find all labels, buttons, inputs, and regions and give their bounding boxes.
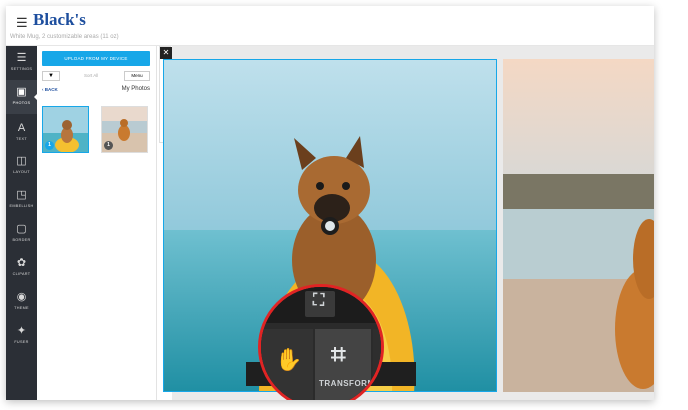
menu-button[interactable]: Menu	[124, 71, 150, 81]
rail-item-label: CLIPART	[12, 272, 31, 276]
zoom-callout: ⛶ ✋ ⌗ TRANSFORM	[258, 284, 384, 400]
rail-item-clipart[interactable]: ✿ CLIPART	[6, 251, 37, 285]
rail-item-label: EMBELLISH	[9, 204, 34, 208]
clipart-icon: ✿	[16, 257, 27, 269]
filter-icon: ▼	[48, 73, 54, 79]
rail-item-label: LAYOUT	[13, 170, 30, 174]
rail-item-label: TEXT	[16, 137, 27, 141]
rail-item-label: SETTINGS	[10, 67, 33, 71]
menu-button-label: Menu	[131, 73, 143, 78]
brand-logo[interactable]: Black's	[33, 10, 86, 30]
rail-item-label: THEME	[14, 306, 29, 310]
embellish-icon: ◳	[16, 189, 27, 201]
project-subtitle: White Mug, 2 customizable areas (11 oz)	[10, 34, 119, 40]
transform-icon[interactable]: ⌗	[331, 339, 346, 371]
hand-icon[interactable]: ✋	[275, 347, 303, 373]
rail-item-settings[interactable]: ☰ SETTINGS	[6, 46, 37, 80]
rail-item-embellish[interactable]: ◳ EMBELLISH	[6, 183, 37, 217]
rail-item-label: PHOTOS	[12, 101, 31, 105]
filter-dropdown[interactable]: ▼	[42, 71, 60, 81]
rail-item-label: FUSER	[14, 340, 29, 344]
editor-window: ☰ Black's White Mug, 2 customizable area…	[6, 6, 654, 400]
folder-title: My Photos	[121, 86, 150, 92]
rail-item-label: BORDER	[12, 238, 31, 242]
back-link[interactable]: ‹ BACK	[42, 87, 58, 92]
dog-beach-photo	[503, 59, 654, 392]
usage-badge: 1	[104, 141, 113, 150]
transform-label: TRANSFORM	[319, 379, 375, 388]
design-area-back[interactable]	[503, 59, 654, 392]
sort-label[interactable]: Sort All	[84, 73, 98, 78]
border-icon: ▢	[16, 223, 27, 235]
palette-icon: ◉	[16, 291, 27, 303]
rail-item-fuser[interactable]: ✦ FUSER	[6, 319, 37, 353]
sliders-icon: ☰	[16, 52, 27, 64]
back-label: BACK	[44, 87, 58, 92]
menu-icon[interactable]: ☰	[16, 15, 28, 31]
left-rail: ☰ SETTINGS ▣ PHOTOS A TEXT ◫ LAYOUT ◳ EM…	[6, 46, 38, 400]
rail-item-theme[interactable]: ◉ THEME	[6, 285, 37, 319]
rail-item-layout[interactable]: ◫ LAYOUT	[6, 149, 37, 183]
rail-item-photos[interactable]: ▣ PHOTOS	[6, 80, 38, 114]
rail-item-text[interactable]: A TEXT	[6, 116, 37, 150]
text-icon: A	[17, 122, 26, 134]
photo-thumbnail[interactable]: 1	[42, 106, 89, 153]
photos-panel: UPLOAD FROM MY DEVICE ▼ Sort All Menu ‹ …	[37, 46, 157, 400]
close-icon[interactable]: ✕	[160, 47, 172, 59]
layout-icon: ◫	[16, 155, 27, 167]
top-bar: ☰ Black's White Mug, 2 customizable area…	[6, 6, 654, 46]
upload-button[interactable]: UPLOAD FROM MY DEVICE	[42, 51, 150, 66]
sparkle-icon: ✦	[16, 325, 27, 337]
rail-item-border[interactable]: ▢ BORDER	[6, 217, 37, 251]
usage-badge: 1	[45, 141, 54, 150]
image-icon: ▣	[16, 86, 27, 98]
photo-thumbnail[interactable]: 1	[101, 106, 148, 153]
crop-icon[interactable]: ⛶	[313, 292, 325, 310]
